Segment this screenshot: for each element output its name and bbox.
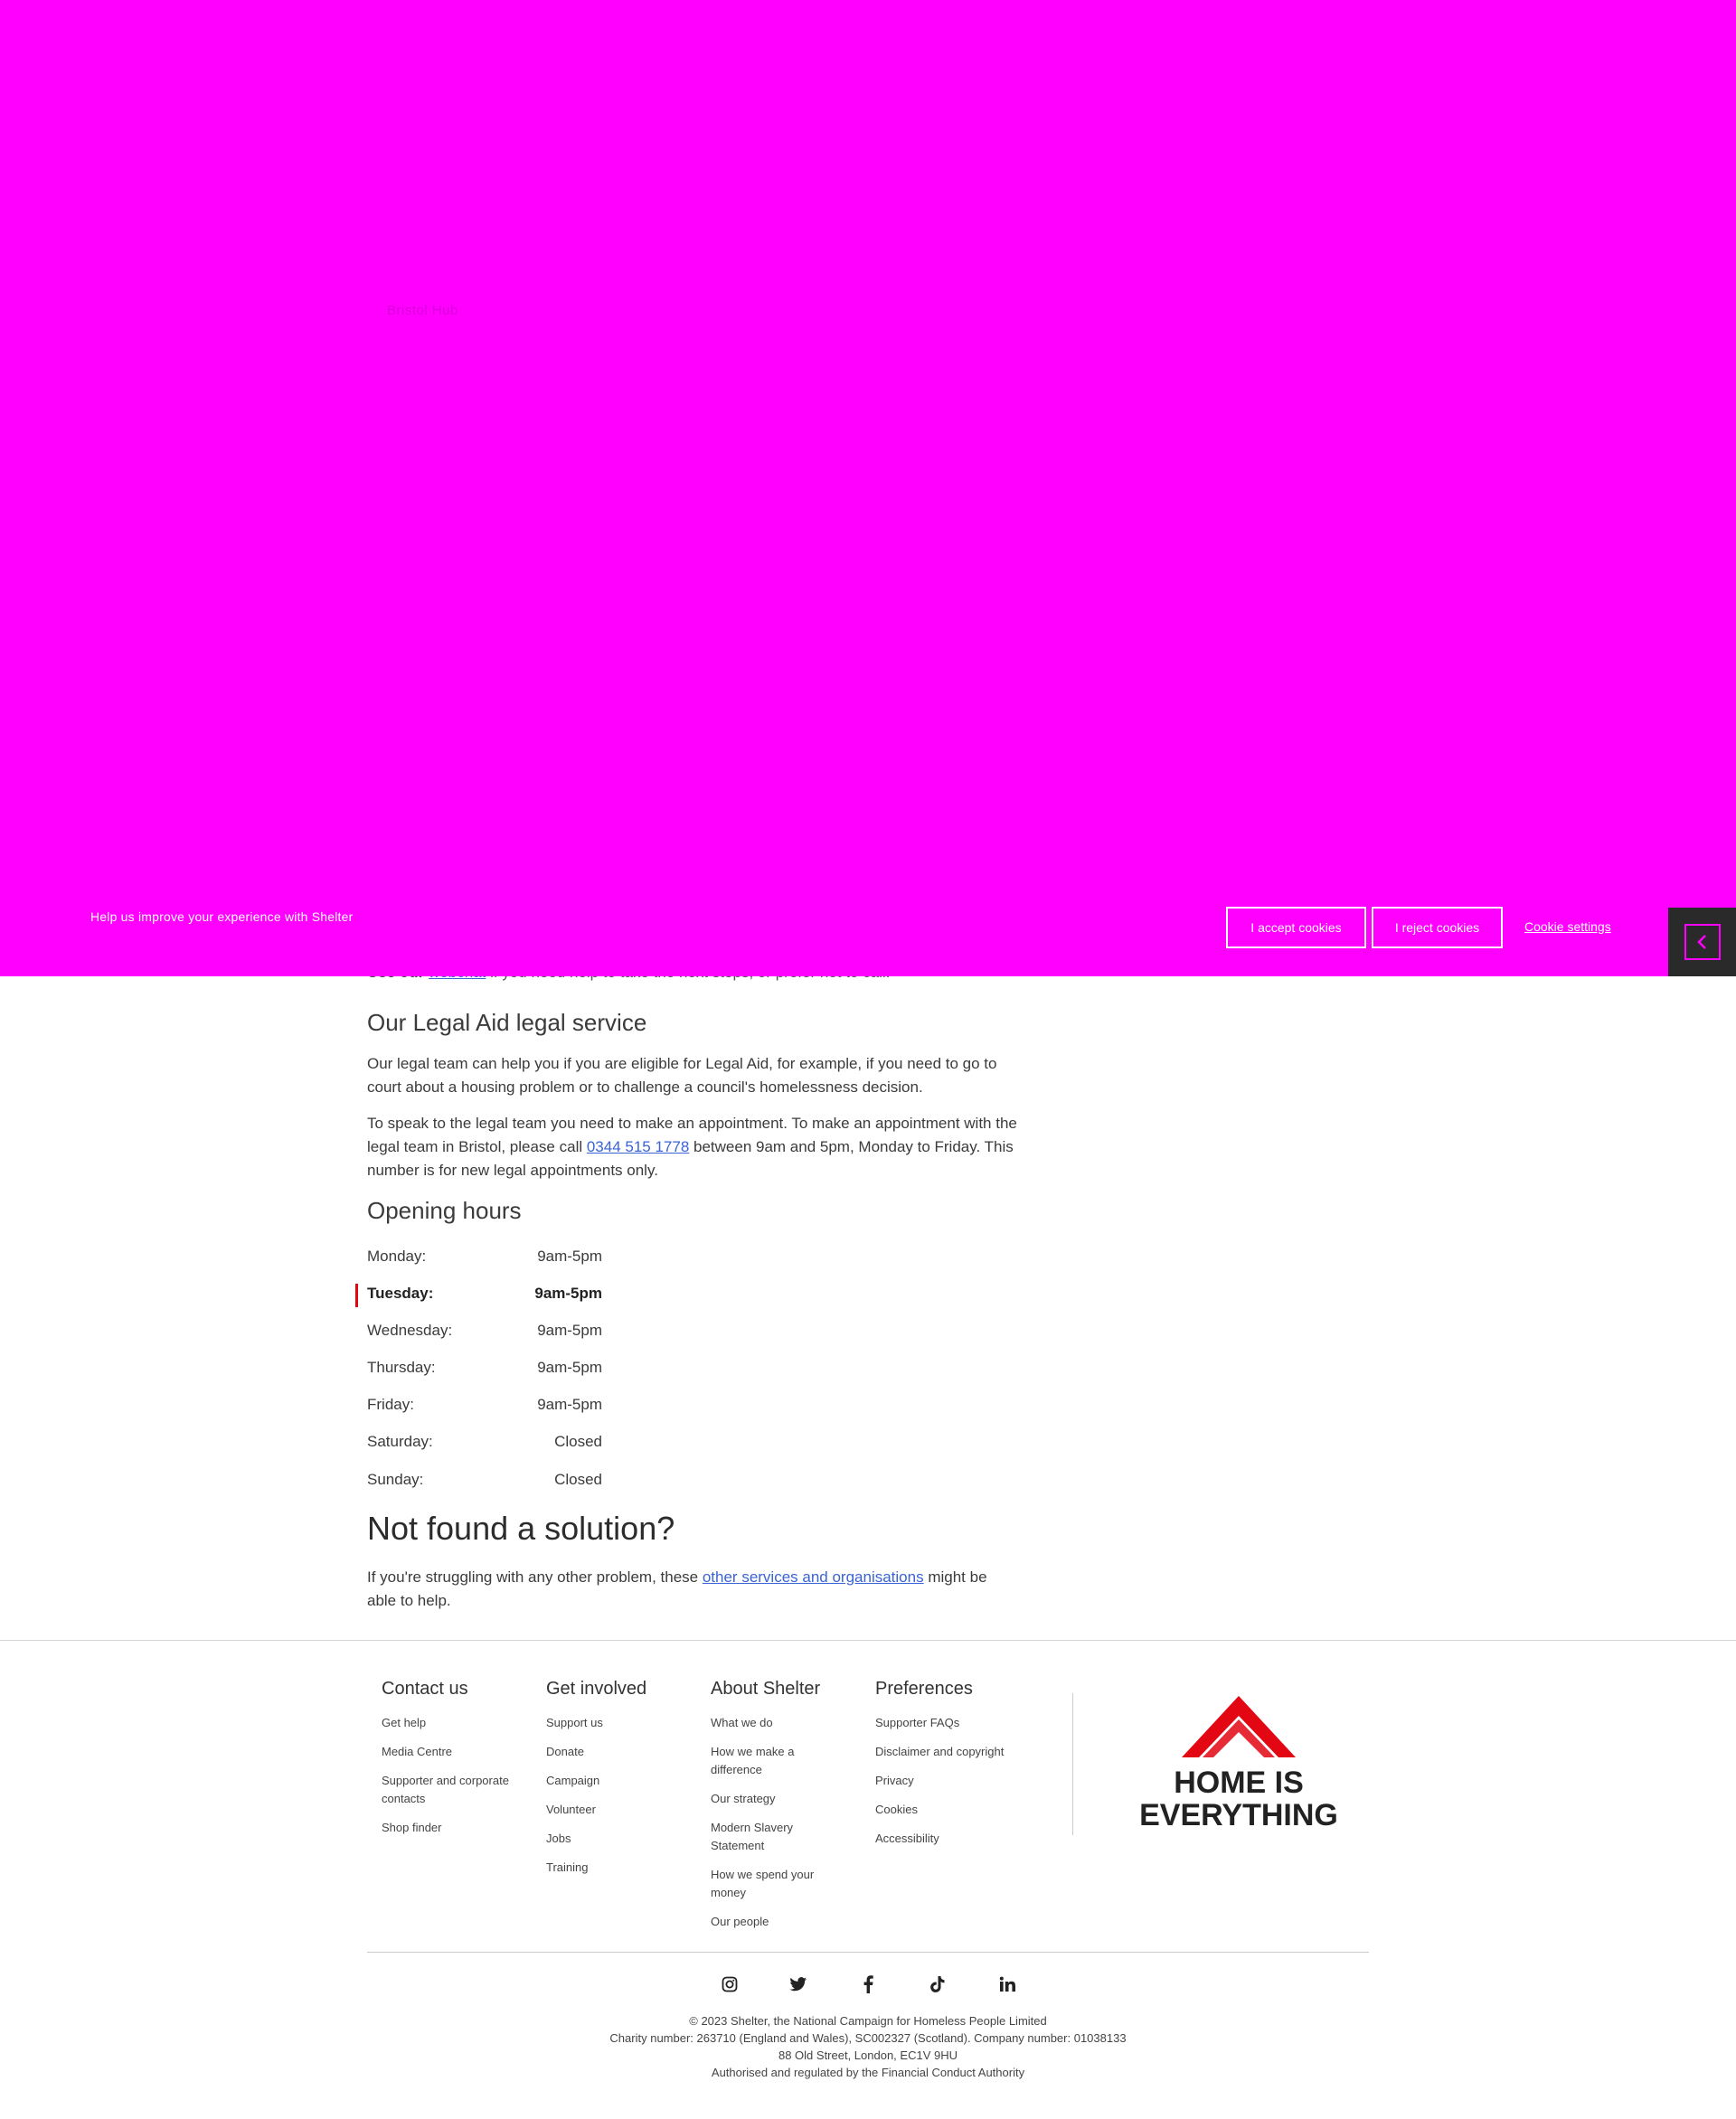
hours-day: Friday: <box>367 1396 414 1413</box>
footer-link[interactable]: Cookies <box>875 1801 1056 1819</box>
footer-column-contact: Contact us Get help Media Centre Support… <box>382 1679 535 1848</box>
footer-link[interactable]: Supporter and corporate contacts <box>382 1772 535 1808</box>
fca-text: Authorised and regulated by the Financia… <box>711 2066 1025 2079</box>
hours-time: Closed <box>554 1471 602 1488</box>
logo-line2: EVERYTHING <box>1139 1798 1338 1832</box>
home-is-everything-logo[interactable]: HOME IS EVERYTHING <box>1139 1692 1338 1837</box>
hours-day: Sunday: <box>367 1471 424 1488</box>
footer-link[interactable]: Volunteer <box>546 1801 700 1819</box>
footer-link[interactable]: Modern Slavery Statement <box>711 1819 837 1855</box>
footer-column-preferences: Preferences Supporter FAQs Disclaimer an… <box>875 1679 1056 1859</box>
hours-time: 9am-5pm <box>537 1248 602 1265</box>
facebook-icon[interactable] <box>853 1969 883 2000</box>
footer-link[interactable]: What we do <box>711 1714 837 1732</box>
footer-column-title: Contact us <box>382 1679 468 1699</box>
accept-cookies-button[interactable]: I accept cookies <box>1226 907 1366 948</box>
footer-link[interactable]: Our people <box>711 1913 837 1931</box>
footer-column-title: Get involved <box>546 1679 647 1699</box>
legal-phone-link[interactable]: 0344 515 1778 <box>587 1138 689 1155</box>
hours-day: Monday: <box>367 1248 427 1265</box>
hours-day: Thursday: <box>367 1359 436 1376</box>
hours-row-friday: Friday: 9am-5pm <box>367 1396 602 1419</box>
footer-link[interactable]: Shop finder <box>382 1819 535 1837</box>
hours-time: Closed <box>554 1433 602 1450</box>
hours-row-saturday: Saturday: Closed <box>367 1433 602 1456</box>
not-found-before: If you're struggling with any other prob… <box>367 1568 703 1586</box>
footer-link[interactable]: Privacy <box>875 1772 1056 1790</box>
faint-label: Bristol Hub <box>387 303 458 318</box>
footer-link[interactable]: Disclaimer and copyright <box>875 1743 1056 1761</box>
hours-row-thursday: Thursday: 9am-5pm <box>367 1359 602 1382</box>
not-found-text: If you're struggling with any other prob… <box>367 1566 1018 1613</box>
legal-aid-heading: Our Legal Aid legal service <box>367 1009 647 1036</box>
instagram-icon[interactable] <box>714 1969 745 2000</box>
footer-vertical-divider <box>1072 1693 1073 1835</box>
legal-aid-para1: Our legal team can help you if you are e… <box>367 1055 997 1096</box>
charity-number-text: Charity number: 263710 (England and Wale… <box>609 2031 1127 2045</box>
footer-link[interactable]: How we spend your money <box>711 1866 837 1902</box>
footer-top-divider <box>0 1640 1736 1641</box>
tiktok-icon[interactable] <box>922 1969 953 2000</box>
address-text: 88 Old Street, London, EC1V 9HU <box>778 2048 958 2062</box>
footer-link[interactable]: Accessibility <box>875 1830 1056 1848</box>
reject-cookies-button[interactable]: I reject cookies <box>1372 907 1503 948</box>
linkedin-icon[interactable] <box>992 1969 1023 2000</box>
chevron-left-icon <box>1684 924 1721 960</box>
footer-link[interactable]: Supporter FAQs <box>875 1714 1056 1732</box>
hours-day: Tuesday: <box>367 1285 434 1302</box>
footer-link[interactable]: Media Centre <box>382 1743 535 1761</box>
hours-day: Wednesday: <box>367 1322 453 1339</box>
hours-time: 9am-5pm <box>537 1359 602 1376</box>
hours-time: 9am-5pm <box>534 1285 602 1302</box>
footer-link[interactable]: Support us <box>546 1714 700 1732</box>
hours-row-tuesday: Tuesday: 9am-5pm <box>367 1285 602 1308</box>
roof-icon <box>1182 1696 1296 1757</box>
opening-hours-heading: Opening hours <box>367 1197 522 1224</box>
footer-column-about: About Shelter What we do How we make a d… <box>711 1679 837 1942</box>
footer-link[interactable]: Donate <box>546 1743 700 1761</box>
footer-link[interactable]: Training <box>546 1859 700 1877</box>
footer-link[interactable]: Our strategy <box>711 1790 837 1808</box>
hours-row-wednesday: Wednesday: 9am-5pm <box>367 1322 602 1345</box>
footer-link[interactable]: Campaign <box>546 1772 700 1790</box>
hours-time: 9am-5pm <box>537 1396 602 1413</box>
legal-aid-para2: To speak to the legal team you need to m… <box>367 1112 1018 1182</box>
other-services-link[interactable]: other services and organisations <box>703 1568 924 1586</box>
footer-bottom-divider <box>367 1952 1369 1953</box>
hours-row-sunday: Sunday: Closed <box>367 1471 602 1494</box>
hours-day: Saturday: <box>367 1433 433 1450</box>
copyright-text: © 2023 Shelter, the National Campaign fo… <box>689 2014 1047 2028</box>
hours-time: 9am-5pm <box>537 1322 602 1339</box>
footer-column-title: About Shelter <box>711 1679 821 1699</box>
twitter-icon[interactable] <box>783 1969 814 2000</box>
footer-column-title: Preferences <box>875 1679 973 1699</box>
footer-column-get-involved: Get involved Support us Donate Campaign … <box>546 1679 700 1888</box>
not-found-heading: Not found a solution? <box>367 1510 675 1547</box>
cookie-banner-message: Help us improve your experience with She… <box>90 909 354 924</box>
side-panel-toggle[interactable] <box>1668 908 1736 976</box>
footer-link[interactable]: Get help <box>382 1714 535 1732</box>
hours-row-monday: Monday: 9am-5pm <box>367 1248 602 1271</box>
today-indicator <box>355 1284 358 1307</box>
cookie-settings-link[interactable]: Cookie settings <box>1524 919 1611 934</box>
logo-line1: HOME IS <box>1174 1766 1304 1800</box>
masked-overlay: Bristol Hub Help us improve your experie… <box>0 0 1736 976</box>
footer-link[interactable]: How we make a difference <box>711 1743 837 1779</box>
footer-link[interactable]: Jobs <box>546 1830 700 1848</box>
